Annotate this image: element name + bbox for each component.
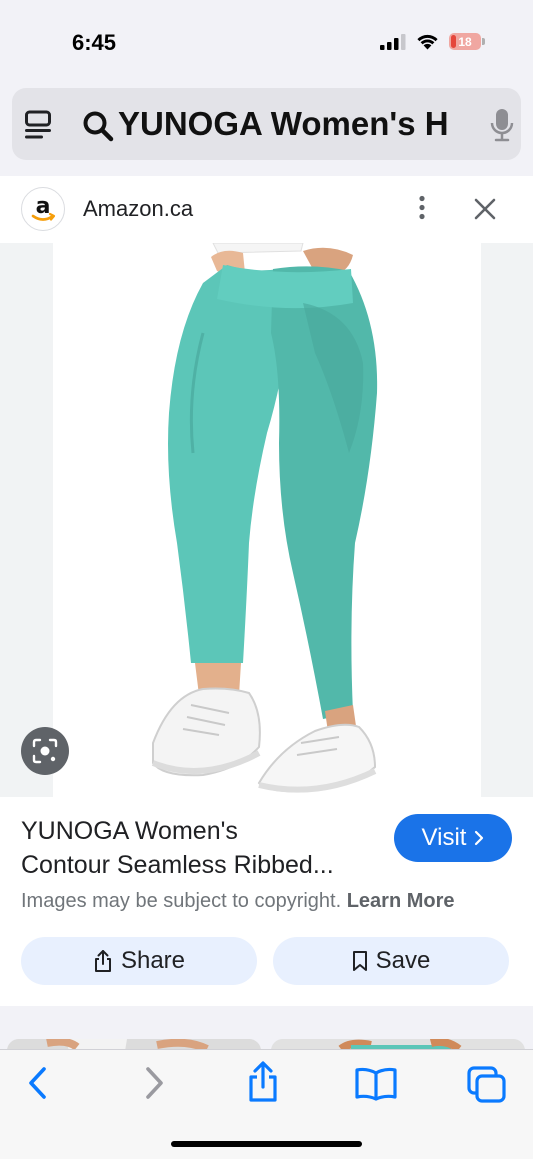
- chevron-right-icon: [475, 830, 484, 846]
- more-vert-icon[interactable]: [410, 195, 434, 221]
- home-indicator: [171, 1141, 362, 1147]
- product-title-line1[interactable]: YUNOGA Women's: [21, 814, 381, 848]
- tabs-icon[interactable]: [466, 1065, 508, 1105]
- leggings-illustration: [151, 243, 378, 793]
- microphone-icon[interactable]: [490, 108, 514, 142]
- battery-fill: [451, 35, 456, 48]
- lens-button[interactable]: [21, 727, 69, 775]
- status-bar: 6:45 18: [0, 0, 533, 86]
- save-label: Save: [375, 947, 431, 974]
- status-icons: 18: [380, 33, 485, 50]
- safari-share-icon[interactable]: [246, 1061, 280, 1103]
- amazon-logo-mark: a: [31, 194, 56, 221]
- battery-icon: 18: [449, 33, 481, 50]
- forward-chevron-icon[interactable]: [142, 1066, 166, 1100]
- save-button[interactable]: Save: [273, 937, 509, 985]
- share-button[interactable]: Share: [21, 937, 257, 985]
- amazon-logo: a: [21, 187, 65, 231]
- copyright-notice: Images may be subject to copyright. Lear…: [21, 890, 455, 913]
- close-icon[interactable]: [472, 196, 498, 222]
- source-row[interactable]: a Amazon.ca: [0, 176, 533, 242]
- search-icon: [83, 111, 114, 142]
- svg-text:a: a: [36, 194, 51, 219]
- battery-cap: [482, 38, 485, 45]
- cellular-signal-icon: [380, 33, 406, 50]
- learn-more-link[interactable]: Learn More: [347, 890, 455, 912]
- source-name[interactable]: Amazon.ca: [83, 196, 193, 222]
- product-title[interactable]: YUNOGA Women's Contour Seamless Ribbed..…: [21, 814, 381, 882]
- search-query[interactable]: YUNOGA Women's H: [118, 102, 476, 146]
- product-image-area[interactable]: [0, 243, 533, 797]
- related-results-strip: [0, 1006, 533, 1051]
- product-image[interactable]: [53, 243, 481, 797]
- share-label: Share: [120, 947, 186, 974]
- bookmark-icon: [352, 951, 367, 971]
- share-icon: [94, 950, 111, 972]
- wifi-icon: [417, 34, 438, 50]
- copyright-text: Images may be subject to copyright.: [21, 890, 342, 912]
- lens-icon: [32, 738, 58, 764]
- battery-level: 18: [458, 34, 472, 49]
- visit-button[interactable]: Visit: [394, 814, 512, 862]
- bookmarks-book-icon[interactable]: [354, 1067, 398, 1101]
- search-bar[interactable]: YUNOGA Women's H: [12, 88, 521, 160]
- tabs-overview-icon[interactable]: [25, 110, 53, 140]
- product-title-line2[interactable]: Contour Seamless Ribbed...: [21, 848, 381, 882]
- back-chevron-icon[interactable]: [26, 1066, 50, 1100]
- visit-button-label: Visit: [421, 824, 467, 851]
- image-result-panel: a Amazon.ca YUNOGA Women's Contour Seaml…: [0, 176, 533, 1006]
- status-time: 6:45: [72, 30, 117, 55]
